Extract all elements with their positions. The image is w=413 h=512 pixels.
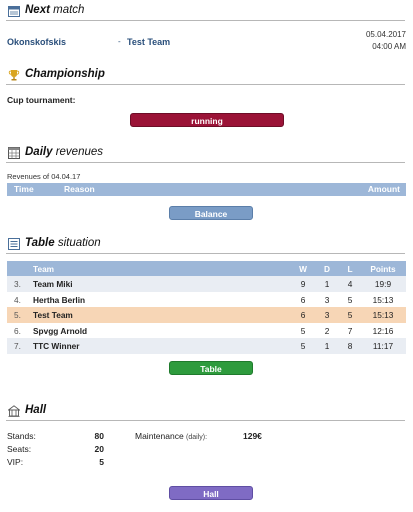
table-situation-header: Table situation	[6, 236, 405, 254]
column-wins: W	[299, 264, 307, 274]
column-draws: D	[324, 264, 330, 274]
maintenance-label: Maintenance (daily):	[135, 431, 208, 441]
stands-label: Stands:	[7, 431, 36, 441]
running-button[interactable]: running	[130, 113, 284, 127]
stands-value: 80	[94, 431, 104, 441]
column-losses: L	[347, 264, 353, 274]
row-points: 15:13	[372, 294, 394, 305]
calendar-icon	[8, 6, 20, 17]
stadium-icon	[8, 405, 20, 417]
column-time: Time	[14, 184, 34, 194]
row-position: 6.	[14, 325, 21, 336]
seats-label: Seats:	[7, 444, 32, 454]
vip-label: VIP:	[7, 457, 24, 467]
row-wins: 5	[300, 341, 306, 351]
hall-header: Hall	[6, 403, 405, 421]
row-points: 11:17	[372, 341, 394, 351]
column-team: Team	[33, 264, 55, 274]
table-button[interactable]: Table	[169, 361, 253, 375]
row-draws: 3	[324, 294, 330, 305]
row-draws: 1	[324, 341, 330, 351]
row-team[interactable]: Test Team	[33, 310, 73, 320]
cup-tournament-label: Cup tournament:	[7, 95, 76, 105]
match-separator: -	[118, 37, 121, 46]
table-row: 4. Hertha Berlin 6 3 5 15:13	[7, 291, 406, 307]
row-team[interactable]: Spvgg Arnold	[33, 326, 87, 336]
column-reason: Reason	[64, 184, 95, 194]
match-time: 04:00 AM	[372, 42, 406, 51]
row-position: 3.	[14, 279, 21, 289]
daily-revenues-header: Daily revenues	[6, 145, 405, 163]
league-table: Team W D L Points 3. Team Miki 9 1 4 19:…	[7, 261, 406, 354]
section-title: Daily revenues	[25, 146, 104, 158]
row-wins: 9	[300, 279, 306, 289]
row-losses: 8	[347, 341, 353, 351]
column-points: Points	[370, 264, 396, 274]
next-match-header: Next match	[6, 3, 405, 21]
row-draws: 3	[324, 310, 330, 320]
table-row: 7. TTC Winner 5 1 8 11:17	[7, 338, 406, 354]
table-row: 3. Team Miki 9 1 4 19:9	[7, 276, 406, 292]
row-position: 5.	[14, 310, 21, 320]
away-team-link[interactable]: Test Team	[127, 37, 170, 47]
table-icon	[8, 238, 20, 250]
seats-value: 20	[94, 444, 104, 454]
ledger-icon	[8, 147, 20, 159]
home-team-link[interactable]: Okonskofskis	[7, 37, 66, 47]
row-draws: 2	[324, 325, 330, 336]
row-losses: 5	[347, 310, 353, 320]
row-team[interactable]: TTC Winner	[33, 341, 79, 351]
table-row-own-team: 5. Test Team 6 3 5 15:13	[7, 307, 406, 323]
hall-button[interactable]: Hall	[169, 486, 253, 500]
section-title: Championship	[25, 68, 105, 80]
match-date: 05.04.2017	[365, 30, 406, 39]
row-position: 7.	[14, 341, 21, 351]
row-points: 19:9	[374, 279, 392, 289]
row-wins: 6	[300, 310, 306, 320]
row-points: 12:16	[372, 325, 394, 336]
vip-value: 5	[99, 457, 104, 467]
row-team[interactable]: Hertha Berlin	[33, 295, 85, 305]
section-title: Next match	[25, 4, 85, 16]
row-draws: 1	[324, 279, 330, 289]
balance-button[interactable]: Balance	[169, 206, 253, 220]
revenues-table-header: Time Reason Amount	[7, 183, 406, 196]
row-wins: 6	[300, 294, 306, 305]
column-amount: Amount	[367, 184, 400, 194]
row-team[interactable]: Team Miki	[33, 279, 73, 289]
table-header-row: Team W D L Points	[7, 261, 406, 276]
row-wins: 5	[300, 325, 306, 336]
championship-header: Championship	[6, 67, 405, 85]
row-points: 15:13	[372, 310, 394, 320]
revenues-date-label: Revenues of 04.04.17	[7, 172, 81, 181]
section-title: Table situation	[25, 237, 101, 249]
maintenance-value: 129€	[243, 431, 262, 441]
section-title: Hall	[25, 404, 47, 416]
row-position: 4.	[14, 294, 21, 305]
row-losses: 7	[347, 325, 353, 336]
trophy-icon	[8, 70, 20, 81]
row-losses: 4	[347, 279, 353, 289]
table-row: 6. Spvgg Arnold 5 2 7 12:16	[7, 322, 406, 338]
row-losses: 5	[347, 294, 353, 305]
